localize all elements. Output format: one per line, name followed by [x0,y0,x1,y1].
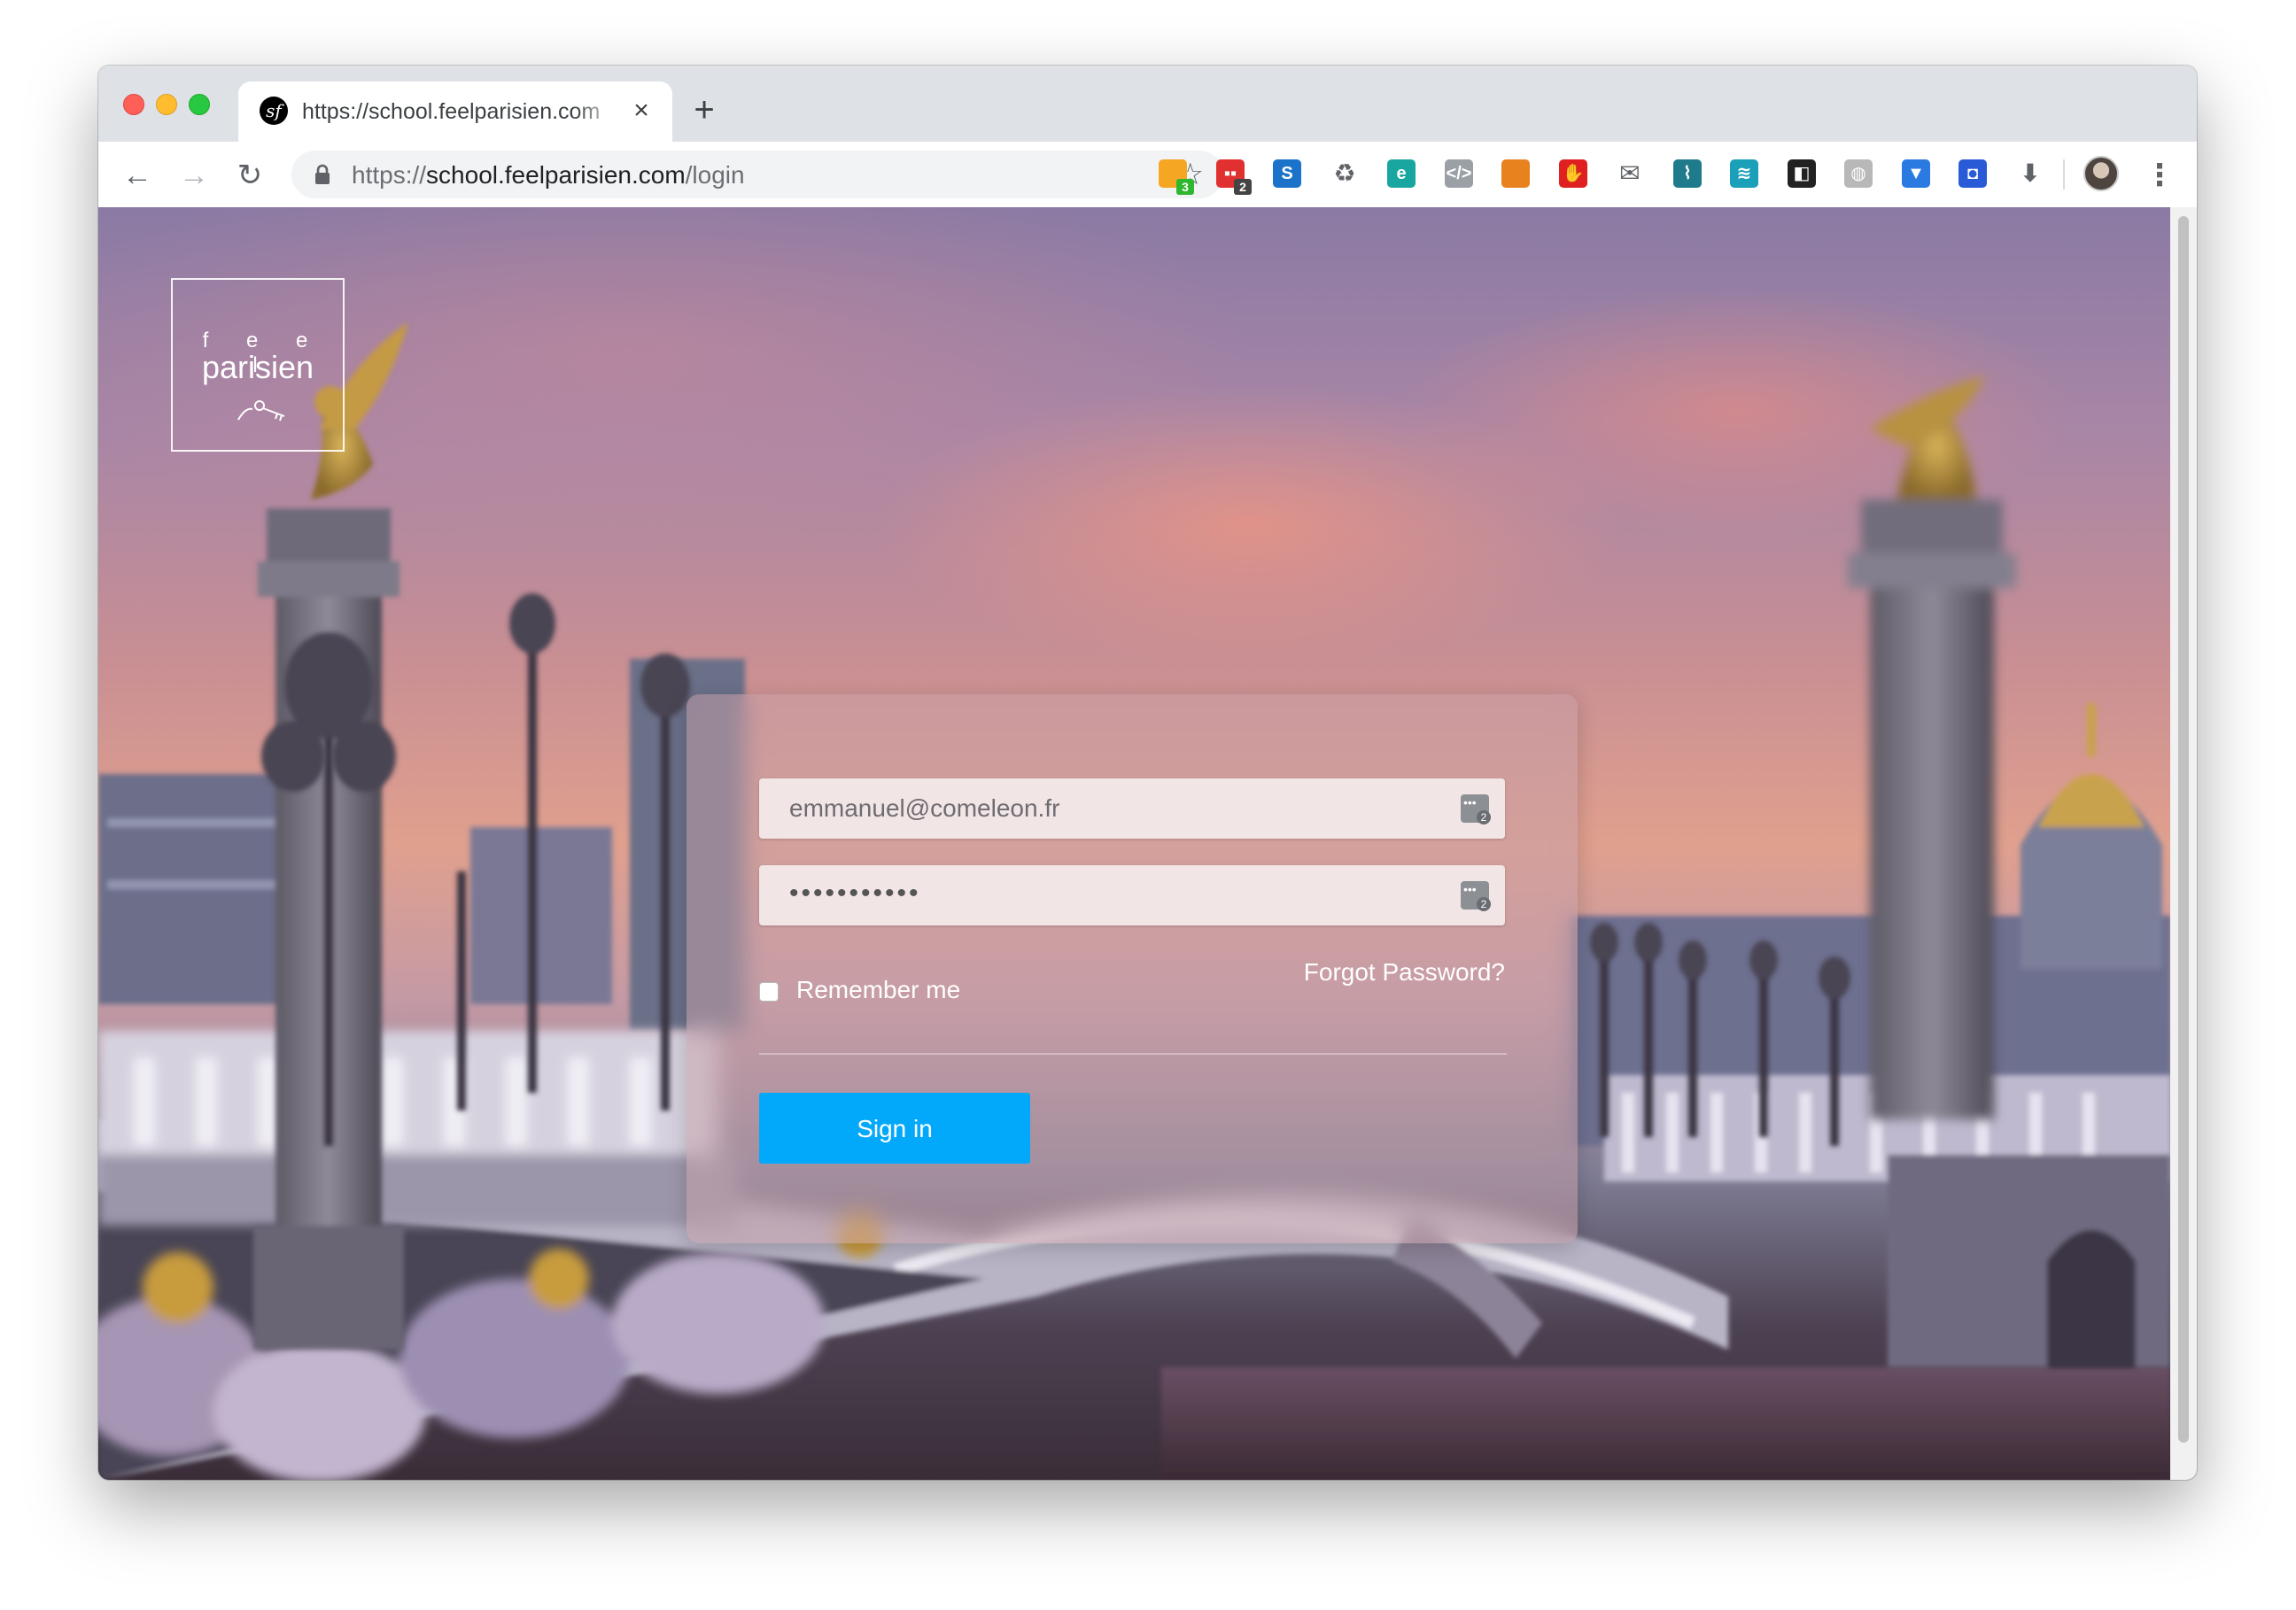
password-field[interactable]: ••••••••••• 2 [759,865,1505,925]
metamask-extension-icon[interactable] [1501,159,1530,188]
extension-badge: 2 [1234,179,1252,195]
back-button[interactable]: ← [120,158,155,193]
tab-title-fade [575,94,619,129]
code-extension-glyph: </> [1446,164,1472,183]
tab-title: https://school.feelparisien.com [302,99,601,124]
adblock-extension-glyph: ✋ [1562,164,1585,183]
url-text[interactable]: https://school.feelparisien.com/login [352,161,745,190]
logo-big-text: parisien [201,349,314,385]
download-manager-extension-icon[interactable]: 3 [1159,159,1194,195]
symfony-favicon-icon: sf [260,97,288,125]
key-icon [237,400,285,422]
browser-toolbar: ← → ↻ https://school.feelparisien.com/lo… [98,142,2197,208]
form-divider [759,1053,1507,1055]
profile-avatar[interactable] [2083,156,2119,191]
forward-button[interactable]: → [176,158,212,193]
s-extension-icon[interactable]: S [1273,159,1301,188]
forgot-password-link[interactable]: Forgot Password? [1304,958,1505,987]
remember-me-checkbox[interactable] [759,982,779,1002]
password-manager-badge: 2 [1477,897,1491,911]
browser-window: sf https://school.feelparisien.com × + ←… [98,66,2197,1480]
login-panel: emmanuel@comeleon.fr 2 ••••••••••• 2 Rem… [686,694,1578,1243]
password-manager-icon[interactable]: 2 [1461,794,1491,824]
url-scheme: https:// [352,161,427,189]
code-extension-icon[interactable]: </> [1445,159,1473,188]
vuejs-extension-icon[interactable]: ▼ [1902,159,1930,188]
password-value: ••••••••••• [789,879,921,908]
maximize-window-button[interactable] [189,94,210,115]
lock-icon [315,164,330,184]
adblock-extension-icon[interactable]: ✋ [1559,159,1587,188]
box-extension-icon[interactable]: ◘ [1959,159,1987,188]
recycle-extension-glyph: ♻ [1333,159,1356,187]
box-extension-glyph: ◘ [1966,164,1979,183]
globe-extension-glyph: ◍ [1850,164,1866,183]
new-tab-button[interactable]: + [686,92,722,128]
email-value: emmanuel@comeleon.fr [789,794,1060,822]
toolbar-divider [2063,159,2065,190]
address-bar[interactable]: https://school.feelparisien.com/login ☆ [291,151,1223,198]
tab-close-icon[interactable]: × [626,96,656,126]
scrollbar-thumb[interactable] [2178,216,2189,1443]
graph-extension-icon[interactable]: ⌇ [1673,159,1702,188]
dark-reader-extension-glyph: ◧ [1793,164,1811,183]
s-extension-glyph: S [1281,164,1293,183]
browser-menu-icon[interactable]: ⋮ [2145,158,2175,193]
minimize-window-button[interactable] [156,94,177,115]
graph-extension-glyph: ⌇ [1683,164,1692,183]
mail-extension-icon[interactable]: ✉ [1616,159,1644,188]
e-circle-extension-glyph: e [1396,164,1407,183]
close-window-button[interactable] [123,94,144,115]
todoist-extension-icon[interactable]: ▪▪ 2 [1216,159,1252,195]
wave-extension-glyph: ≋ [1736,164,1752,183]
sign-in-button[interactable]: Sign in [759,1093,1030,1164]
remember-me-label[interactable]: Remember me [796,976,960,1004]
download-arrow-extension-icon[interactable]: ⬇ [2016,159,2044,188]
mail-extension-glyph: ✉ [1619,159,1641,187]
recycle-extension-icon[interactable]: ♻ [1330,159,1359,188]
email-field[interactable]: emmanuel@comeleon.fr 2 [759,778,1505,839]
page-scrollbar[interactable] [2170,207,2197,1480]
wave-extension-icon[interactable]: ≋ [1730,159,1758,188]
tab-active[interactable]: sf https://school.feelparisien.com × [238,81,672,142]
dark-reader-extension-icon[interactable]: ◧ [1788,159,1816,188]
vuejs-extension-glyph: ▼ [1907,164,1925,183]
e-circle-extension-icon[interactable]: e [1387,159,1416,188]
download-arrow-extension-glyph: ⬇ [2020,159,2041,187]
url-host: school.feelparisien.com [426,161,686,189]
reload-button[interactable]: ↻ [232,158,268,193]
globe-extension-icon[interactable]: ◍ [1844,159,1873,188]
extension-badge: 3 [1176,179,1194,195]
feel-parisien-logo[interactable]: f e e l parisien [171,278,345,452]
password-manager-badge: 2 [1477,810,1491,824]
page-viewport: f e e l parisien emmanuel@comeleon.fr 2 … [98,207,2197,1480]
password-manager-icon[interactable]: 2 [1461,881,1491,911]
url-path: /login [685,161,745,189]
tab-strip: sf https://school.feelparisien.com × + [98,66,2197,142]
